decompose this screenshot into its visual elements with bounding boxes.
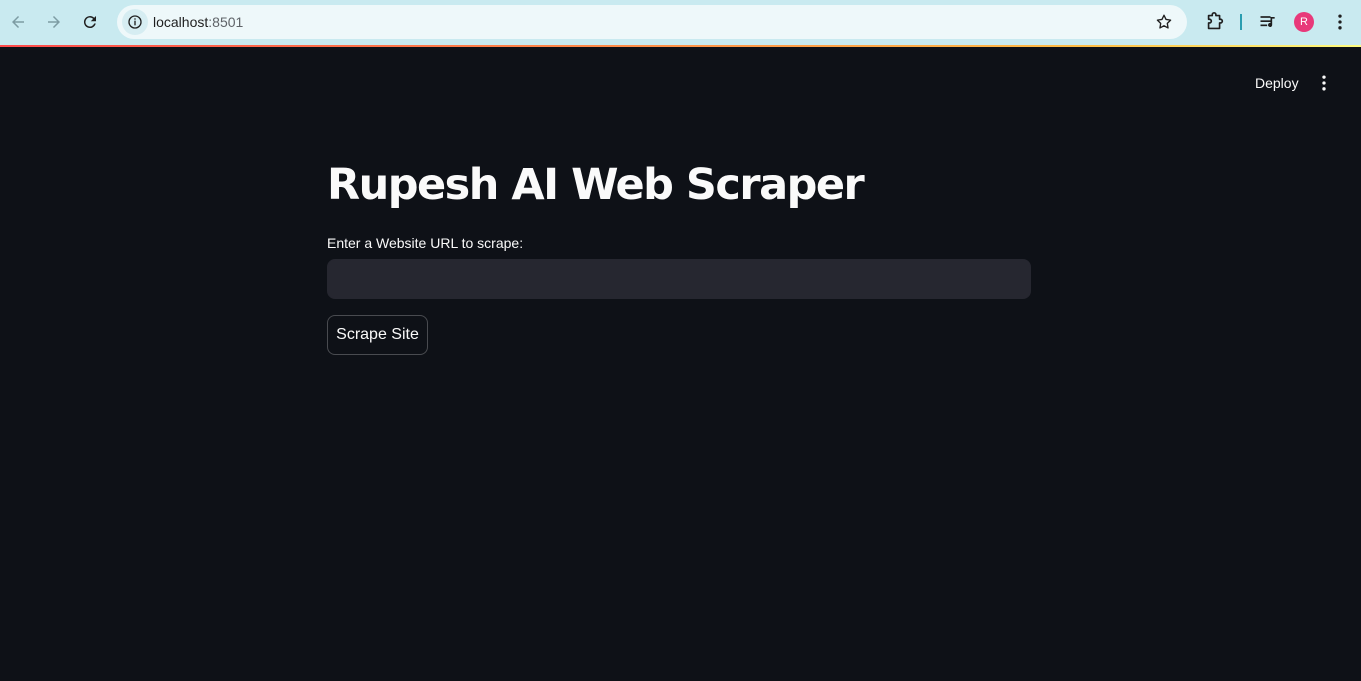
deploy-button[interactable]: Deploy — [1243, 71, 1311, 95]
url-port: :8501 — [208, 14, 244, 30]
info-icon — [128, 15, 142, 29]
back-button[interactable] — [2, 6, 34, 38]
arrow-left-icon — [12, 16, 24, 28]
app-main: Deploy Rupesh AI Web Scraper Enter a Web… — [0, 47, 1361, 681]
profile-avatar[interactable]: R — [1294, 12, 1314, 32]
toolbar-separator — [1240, 14, 1242, 30]
arrow-right-icon — [48, 16, 60, 28]
kebab-menu-icon[interactable] — [1330, 12, 1350, 32]
url-input-label: Enter a Website URL to scrape: — [327, 235, 524, 251]
puzzle-icon[interactable] — [1204, 11, 1226, 33]
app-menu-icon[interactable] — [1314, 73, 1334, 93]
url-input[interactable] — [327, 259, 1031, 299]
page-title: Rupesh AI Web Scraper — [327, 160, 865, 210]
address-bar[interactable]: localhost:8501 — [117, 5, 1187, 39]
site-info-button[interactable] — [122, 9, 148, 35]
reload-icon — [83, 16, 96, 29]
scrape-site-button[interactable]: Scrape Site — [327, 315, 428, 355]
url-host: localhost — [153, 14, 209, 30]
reload-button[interactable] — [74, 6, 106, 38]
media-queue-icon[interactable] — [1257, 12, 1279, 32]
browser-toolbar: localhost:8501 R — [0, 0, 1361, 45]
url-text[interactable]: localhost:8501 — [153, 14, 243, 30]
forward-button[interactable] — [38, 6, 70, 38]
star-icon[interactable] — [1155, 13, 1173, 31]
